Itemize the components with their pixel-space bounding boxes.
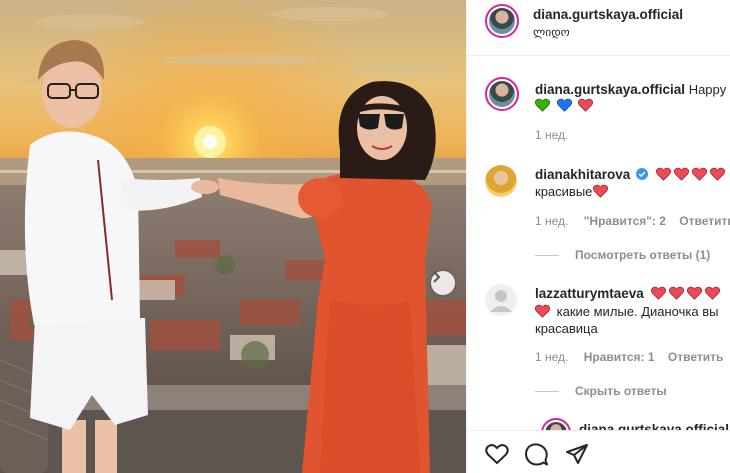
comment-1-meta: 1 нед. "Нравится": 2 Ответить	[535, 214, 730, 228]
comment-2-hide-replies[interactable]: Скрыть ответы	[535, 384, 667, 398]
comment-2-time[interactable]: 1 нед.	[535, 350, 568, 364]
comment-1-text: красивые	[535, 184, 593, 199]
comment-bubble-icon[interactable]	[525, 443, 549, 467]
post-location[interactable]: ლიდო	[533, 25, 570, 39]
like-heart-icon[interactable]	[485, 443, 509, 465]
comment-1-line2: красивые	[535, 184, 611, 199]
chevron-right-icon	[433, 271, 441, 283]
red-heart-icon	[705, 286, 721, 300]
red-heart-icon	[535, 304, 550, 318]
comment-1-line1: dianakhitarova	[535, 167, 728, 182]
caption-body: Happy	[688, 82, 727, 97]
post-photo[interactable]	[0, 0, 466, 473]
green-heart-icon	[535, 98, 550, 112]
comment-2-meta: 1 нед. Нравится: 1 Ответить	[535, 350, 723, 364]
red-heart-icon	[673, 167, 689, 181]
default-user-icon	[490, 290, 512, 312]
comment-2-text-line2: красавица	[535, 321, 598, 336]
verified-badge-icon	[635, 168, 648, 180]
red-heart-icon	[669, 286, 685, 300]
red-heart-icon	[651, 286, 667, 300]
share-send-icon[interactable]	[565, 443, 589, 465]
comment-1-time[interactable]: 1 нед.	[535, 214, 568, 228]
caption-username[interactable]: diana.gurtskaya.official	[535, 82, 685, 97]
commenter-avatar-placeholder[interactable]	[485, 284, 517, 316]
comment-1-likes[interactable]: "Нравится": 2	[584, 214, 666, 228]
caption-author-avatar[interactable]	[485, 77, 519, 111]
caption-text: diana.gurtskaya.official Happy	[535, 82, 726, 97]
post-header: diana.gurtskaya.official ლიდო	[467, 0, 730, 56]
comment-1-view-replies[interactable]: Посмотреть ответы (1)	[535, 248, 710, 262]
thread-line	[535, 391, 559, 393]
author-avatar[interactable]	[485, 4, 519, 38]
red-heart-icon	[655, 167, 671, 181]
carousel-next-button[interactable]	[431, 271, 455, 295]
red-heart-icon	[578, 98, 594, 112]
comment-2-username[interactable]: lazzatturymtaeva	[535, 286, 644, 301]
comment-2-reply-button[interactable]: Ответить	[668, 350, 723, 364]
red-heart-icon	[687, 286, 703, 300]
comment-1-reply-button[interactable]: Ответить	[679, 214, 730, 228]
caption-emojis	[535, 98, 596, 113]
author-username[interactable]: diana.gurtskaya.official	[533, 7, 683, 22]
red-heart-icon	[691, 167, 707, 181]
comment-2-line1: lazzatturymtaeva	[535, 286, 723, 301]
comment-1-username[interactable]: dianakhitarova	[535, 167, 630, 182]
red-heart-icon	[709, 167, 725, 181]
comment-2-text-line1: какие милые. Дианочка вы	[556, 304, 719, 319]
view-replies-label[interactable]: Посмотреть ответы (1)	[575, 248, 710, 262]
post-action-bar	[467, 430, 730, 473]
hide-replies-label[interactable]: Скрыть ответы	[575, 384, 667, 398]
comment-2-line2: какие милые. Дианочка вы	[535, 304, 718, 319]
photo-illustration	[0, 0, 466, 473]
comment-2-likes[interactable]: Нравится: 1	[584, 350, 655, 364]
caption-time[interactable]: 1 нед.	[535, 128, 568, 142]
comment-1-hearts	[655, 167, 728, 182]
thread-line	[535, 255, 559, 257]
blue-heart-icon	[556, 98, 572, 112]
red-heart-icon	[593, 184, 609, 198]
comment-2-hearts	[651, 286, 723, 301]
commenter-avatar[interactable]	[485, 165, 517, 197]
post-side-panel: diana.gurtskaya.official ლიდო diana.gurt…	[466, 0, 730, 473]
